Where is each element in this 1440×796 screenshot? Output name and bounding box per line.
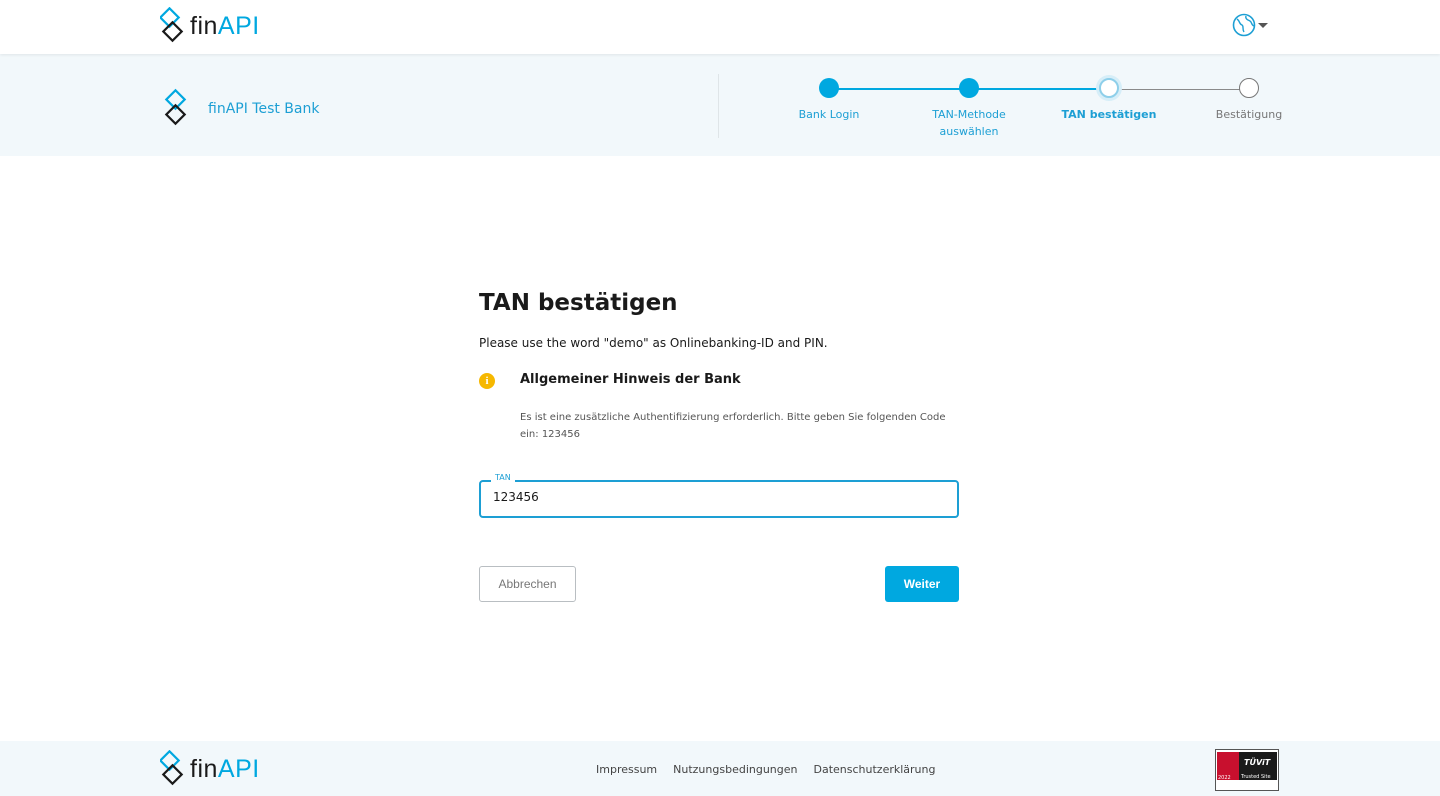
bank-hint-header: i Allgemeiner Hinweis der Bank	[479, 372, 959, 392]
globe-icon	[1232, 13, 1256, 37]
next-button[interactable]: Weiter	[885, 566, 959, 602]
step-label-tan-bestaetigen: TAN bestätigen	[1061, 108, 1157, 121]
instruction-text: Please use the word "demo" as Onlinebank…	[479, 336, 828, 350]
tuvit-badge-caption: Trusted Site	[1240, 774, 1271, 780]
language-selector[interactable]	[1232, 13, 1268, 37]
tuvit-badge-icon: 2022 TÜViT Trusted Site	[1217, 752, 1277, 781]
page-title: TAN bestätigen	[479, 290, 678, 316]
footer-finapi-logo[interactable]: finAPI	[160, 750, 260, 788]
finapi-logo[interactable]: finAPI	[160, 7, 260, 45]
top-bar: finAPI	[0, 0, 1440, 54]
bank-name: finAPI Test Bank	[208, 101, 320, 117]
footer-links: Impressum Nutzungsbedingungen Datenschut…	[596, 763, 935, 776]
footer-link-nutzungsbedingungen[interactable]: Nutzungsbedingungen	[673, 763, 797, 776]
logo-api: API	[217, 11, 260, 40]
logo-fin: fin	[190, 11, 218, 40]
footer-link-impressum[interactable]: Impressum	[596, 763, 657, 776]
tuvit-badge-brand: TÜViT	[1244, 757, 1271, 767]
step-dot-tan-bestaetigen[interactable]	[1099, 78, 1119, 98]
chevron-down-icon	[1258, 22, 1268, 28]
footer-logo-fin: fin	[190, 754, 218, 783]
step-label-bank-login[interactable]: Bank Login	[769, 106, 889, 123]
footer: finAPI Impressum Nutzungsbedingungen Dat…	[0, 741, 1440, 796]
finapi-logo-icon	[160, 750, 184, 786]
header-divider	[718, 74, 719, 138]
hint-title: Allgemeiner Hinweis der Bank	[520, 372, 741, 387]
footer-logo-api: API	[217, 754, 260, 783]
tuvit-trust-badge[interactable]: 2022 TÜViT Trusted Site	[1215, 749, 1279, 791]
stepper-remaining-line	[1109, 89, 1249, 90]
tan-form: TAN bestätigen Please use the word "demo…	[479, 290, 959, 602]
hint-body: Es ist eine zusätzliche Authentifizierun…	[520, 412, 946, 440]
bank-header: finAPI Test Bank Bank Login TAN-Methode …	[0, 54, 1440, 156]
step-label-bestaetigung: Bestätigung	[1215, 108, 1283, 121]
step-dot-bank-login[interactable]	[819, 78, 839, 98]
cancel-button[interactable]: Abbrechen	[479, 566, 576, 602]
tan-field[interactable]: TAN	[479, 473, 959, 518]
step-label-tan-methode[interactable]: TAN-Methode auswählen	[909, 106, 1029, 140]
tuvit-badge-year: 2022	[1218, 775, 1231, 781]
bank-logo-icon	[164, 88, 187, 126]
footer-link-datenschutz[interactable]: Datenschutzerklärung	[814, 763, 936, 776]
finapi-logo-icon	[160, 7, 184, 43]
step-dot-bestaetigung	[1239, 78, 1259, 98]
tan-input[interactable]	[493, 490, 933, 504]
info-icon: i	[479, 373, 495, 389]
tan-field-label: TAN	[491, 473, 515, 482]
step-dot-tan-methode[interactable]	[959, 78, 979, 98]
